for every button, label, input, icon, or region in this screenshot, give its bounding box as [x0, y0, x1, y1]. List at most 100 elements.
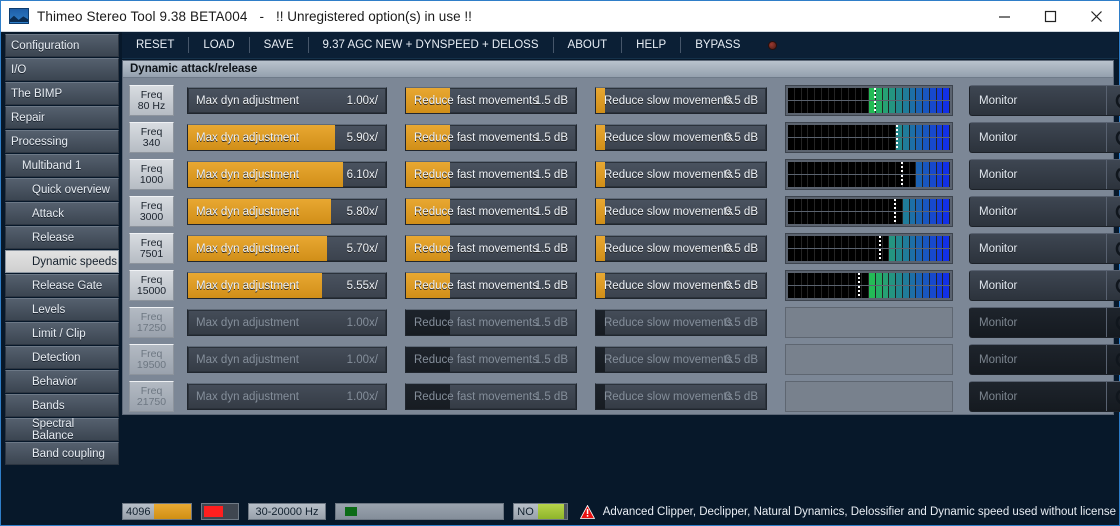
- fast-slider-value: 1.5 dB: [534, 94, 568, 107]
- power-icon[interactable]: [1106, 345, 1120, 374]
- fast-slider[interactable]: Reduce fast movements 1.5 dB: [405, 198, 577, 225]
- slow-slider[interactable]: Reduce slow movements 0.5 dB: [595, 124, 767, 151]
- frequency-button[interactable]: Freq 7501: [129, 233, 174, 264]
- minimize-icon[interactable]: [981, 1, 1027, 32]
- max-slider[interactable]: Max dyn adjustment 5.70x/: [187, 235, 387, 262]
- slow-slider-value: 0.5 dB: [724, 94, 758, 107]
- sidebar-item-dynamic-speeds[interactable]: Dynamic speeds: [5, 250, 119, 273]
- frequency-button[interactable]: Freq 21750: [129, 381, 174, 412]
- fast-slider[interactable]: Reduce fast movements 1.5 dB: [405, 309, 577, 336]
- slow-slider[interactable]: Reduce slow movements 0.5 dB: [595, 346, 767, 373]
- monitor-button[interactable]: Monitor: [969, 233, 1120, 264]
- bypass-led-icon[interactable]: [768, 40, 778, 50]
- max-slider-value: 5.55x/: [346, 279, 378, 292]
- meter-peak-hold: [874, 101, 876, 113]
- close-icon[interactable]: [1073, 1, 1119, 32]
- window-controls: [981, 1, 1119, 32]
- sidebar-item-attack[interactable]: Attack: [5, 202, 119, 225]
- sidebar-item-band-coupling[interactable]: Band coupling: [5, 442, 119, 465]
- fast-slider[interactable]: Reduce fast movements 1.5 dB: [405, 346, 577, 373]
- sidebar-item-processing[interactable]: Processing: [5, 130, 119, 153]
- monitor-button[interactable]: Monitor: [969, 196, 1120, 227]
- power-icon[interactable]: [1106, 123, 1120, 152]
- title-separator: -: [259, 8, 264, 24]
- maximize-icon[interactable]: [1027, 1, 1073, 32]
- monitor-button[interactable]: Monitor: [969, 381, 1120, 412]
- slow-slider-value: 0.5 dB: [724, 131, 758, 144]
- meter-peak-hold: [858, 286, 860, 298]
- level-meter-channel: [788, 175, 950, 187]
- power-icon[interactable]: [1106, 86, 1120, 115]
- monitor-button[interactable]: Monitor: [969, 159, 1120, 190]
- frequency-button[interactable]: Freq 340: [129, 122, 174, 153]
- max-slider[interactable]: Max dyn adjustment 5.80x/: [187, 198, 387, 225]
- max-slider[interactable]: Max dyn adjustment 1.00x/: [187, 346, 387, 373]
- sidebar-item-bands[interactable]: Bands: [5, 394, 119, 417]
- max-slider[interactable]: Max dyn adjustment 5.55x/: [187, 272, 387, 299]
- monitor-button[interactable]: Monitor: [969, 122, 1120, 153]
- max-slider[interactable]: Max dyn adjustment 1.00x/: [187, 309, 387, 336]
- slow-slider[interactable]: Reduce slow movements 0.5 dB: [595, 272, 767, 299]
- sidebar-item-release[interactable]: Release: [5, 226, 119, 249]
- max-slider-value: 5.80x/: [346, 205, 378, 218]
- menu-item-save[interactable]: SAVE: [250, 32, 308, 59]
- level-meter-channel: [788, 384, 950, 396]
- sidebar-item-detection[interactable]: Detection: [5, 346, 119, 369]
- slow-slider[interactable]: Reduce slow movements 0.5 dB: [595, 87, 767, 114]
- meter-tick: [949, 88, 950, 100]
- fast-slider[interactable]: Reduce fast movements 1.5 dB: [405, 124, 577, 151]
- sidebar-item-quick-overview[interactable]: Quick overview: [5, 178, 119, 201]
- fast-slider[interactable]: Reduce fast movements 1.5 dB: [405, 383, 577, 410]
- power-icon[interactable]: [1106, 160, 1120, 189]
- max-slider[interactable]: Max dyn adjustment 6.10x/: [187, 161, 387, 188]
- monitor-button[interactable]: Monitor: [969, 344, 1120, 375]
- power-icon[interactable]: [1106, 308, 1120, 337]
- power-icon[interactable]: [1106, 382, 1120, 411]
- monitor-button[interactable]: Monitor: [969, 270, 1120, 301]
- slow-slider[interactable]: Reduce slow movements 0.5 dB: [595, 161, 767, 188]
- level-meter-channel: [788, 212, 950, 224]
- frequency-button[interactable]: Freq 80 Hz: [129, 85, 174, 116]
- slow-slider[interactable]: Reduce slow movements 0.5 dB: [595, 198, 767, 225]
- max-slider[interactable]: Max dyn adjustment 5.90x/: [187, 124, 387, 151]
- sidebar-item-release-gate[interactable]: Release Gate: [5, 274, 119, 297]
- frequency-button[interactable]: Freq 1000: [129, 159, 174, 190]
- monitor-button[interactable]: Monitor: [969, 85, 1120, 116]
- sidebar-item-i-o[interactable]: I/O: [5, 58, 119, 81]
- fast-slider[interactable]: Reduce fast movements 1.5 dB: [405, 235, 577, 262]
- menu-item-load[interactable]: LOAD: [189, 32, 248, 59]
- monitor-button[interactable]: Monitor: [969, 307, 1120, 338]
- menu-item-bypass[interactable]: BYPASS: [681, 32, 754, 59]
- power-icon[interactable]: [1106, 234, 1120, 263]
- sidebar-item-levels[interactable]: Levels: [5, 298, 119, 321]
- slow-slider-label: Reduce slow movements: [604, 168, 733, 181]
- menu-item-reset[interactable]: RESET: [122, 32, 188, 59]
- sidebar-item-repair[interactable]: Repair: [5, 106, 119, 129]
- frequency-button[interactable]: Freq 19500: [129, 344, 174, 375]
- max-slider[interactable]: Max dyn adjustment 1.00x/: [187, 87, 387, 114]
- sidebar-item-spectral-balance[interactable]: Spectral Balance: [5, 418, 119, 442]
- sidebar-item-limit-clip[interactable]: Limit / Clip: [5, 322, 119, 345]
- sidebar-item-label: The BIMP: [11, 87, 63, 100]
- slow-slider[interactable]: Reduce slow movements 0.5 dB: [595, 309, 767, 336]
- frequency-button[interactable]: Freq 3000: [129, 196, 174, 227]
- slow-slider[interactable]: Reduce slow movements 0.5 dB: [595, 235, 767, 262]
- frequency-button[interactable]: Freq 15000: [129, 270, 174, 301]
- sidebar-item-configuration[interactable]: Configuration: [5, 34, 119, 57]
- fast-slider-label: Reduce fast movements: [414, 131, 539, 144]
- buffer-level-indicator[interactable]: 4096: [122, 503, 193, 520]
- sidebar-item-behavior[interactable]: Behavior: [5, 370, 119, 393]
- max-slider[interactable]: Max dyn adjustment 1.00x/: [187, 383, 387, 410]
- slow-slider[interactable]: Reduce slow movements 0.5 dB: [595, 383, 767, 410]
- menu-item-help[interactable]: HELP: [622, 32, 680, 59]
- menu-item-9-37-agc-new-dynspeed-deloss[interactable]: 9.37 AGC NEW + DYNSPEED + DELOSS: [309, 32, 553, 59]
- frequency-button[interactable]: Freq 17250: [129, 307, 174, 338]
- fast-slider[interactable]: Reduce fast movements 1.5 dB: [405, 272, 577, 299]
- fast-slider[interactable]: Reduce fast movements 1.5 dB: [405, 87, 577, 114]
- sidebar-item-the-bimp[interactable]: The BIMP: [5, 82, 119, 105]
- power-icon[interactable]: [1106, 197, 1120, 226]
- sidebar-item-multiband-1[interactable]: Multiband 1: [5, 154, 119, 177]
- menu-item-about[interactable]: ABOUT: [554, 32, 622, 59]
- fast-slider[interactable]: Reduce fast movements 1.5 dB: [405, 161, 577, 188]
- power-icon[interactable]: [1106, 271, 1120, 300]
